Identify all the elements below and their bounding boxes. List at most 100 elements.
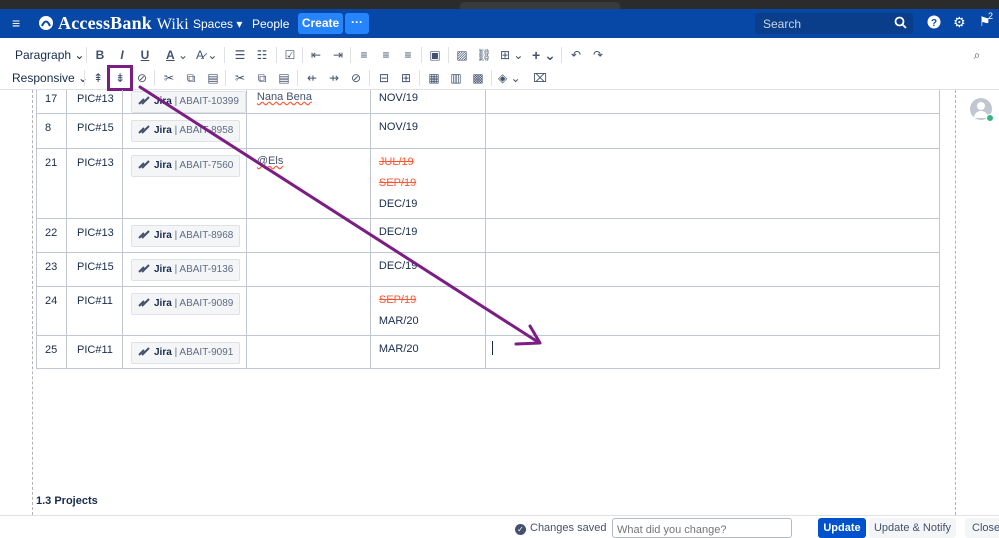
jira-cell[interactable]: Jira | ABAIT-8958 [122,113,247,149]
cell-color-icon[interactable]: ◈ ⌄ [498,70,521,86]
cut-column-icon[interactable]: ✂ [232,70,248,86]
underline-button[interactable]: U [137,47,153,63]
jira-cell[interactable]: Jira | ABAIT-8968 [122,218,247,253]
row-number-cell[interactable]: 24 [36,286,67,336]
paste-row-icon[interactable]: ▤ [205,70,221,86]
delete-table-icon[interactable]: ⌧ [532,70,548,86]
date-cell[interactable]: SEP/19 MAR/20 [369,286,486,336]
jira-issue-link[interactable]: Jira | ABAIT-7560 [131,155,241,177]
nav-people[interactable]: People [252,17,289,31]
bold-button[interactable]: B [92,47,108,63]
jira-issue-link[interactable]: Jira | ABAIT-9136 [131,259,241,281]
undo-icon[interactable]: ↶ [568,47,584,63]
delete-column-icon[interactable]: ⊘ [348,70,364,86]
user-mention[interactable]: Nana Bena [257,91,312,103]
row-number-cell[interactable]: 23 [36,252,67,287]
pic-cell[interactable]: PIC#15 [66,252,123,287]
editor-content[interactable]: 17 PIC#13 Jira | ABAIT-10399 Nana Bena NOV/1… [0,90,999,515]
delete-row-icon[interactable]: ⊘ [134,70,150,86]
pic-cell[interactable]: PIC#13 [66,218,123,253]
notes-cell[interactable] [484,113,940,149]
date-cell[interactable]: DEC/19 [369,218,486,253]
hamburger-menu-icon[interactable]: ≡ [12,15,20,31]
notes-cell[interactable] [484,252,940,287]
header-column-icon[interactable]: ▥ [448,70,464,86]
user-avatar[interactable] [970,98,994,122]
copy-column-icon[interactable]: ⧉ [254,70,270,86]
row-number-cell[interactable]: 25 [36,335,67,369]
assignee-cell[interactable]: Nana Bena [245,90,371,114]
paste-column-icon[interactable]: ▤ [276,70,292,86]
copy-row-icon[interactable]: ⧉ [183,70,199,86]
pic-cell[interactable]: PIC#13 [66,148,123,219]
update-notify-button[interactable]: Update & Notify [869,518,956,538]
date-cell[interactable]: NOV/19 [369,90,486,114]
split-cell-icon[interactable]: ⊞ [398,70,414,86]
jira-issue-link[interactable]: Jira | ABAIT-9089 [131,293,241,315]
pic-cell[interactable]: PIC#13 [66,90,123,114]
change-comment-input[interactable] [612,518,792,538]
image-icon[interactable]: ▨ [454,47,470,63]
jira-issue-link[interactable]: Jira | ABAIT-8958 [131,120,241,142]
row-number-cell[interactable]: 22 [36,218,67,253]
pic-cell[interactable]: PIC#11 [66,335,123,369]
clear-format-icon[interactable]: A̷ ⌄ [196,47,217,63]
site-brand[interactable]: AccessBank Wiki [58,13,189,34]
create-button[interactable]: Create [298,13,343,34]
insert-column-after-icon[interactable]: ⇸ [326,70,342,86]
link-icon[interactable]: ⛓ [476,47,492,63]
align-left-icon[interactable]: ≡ [356,47,372,63]
outdent-icon[interactable]: ⇤ [308,47,324,63]
notes-cell[interactable] [484,286,940,336]
text-color-button[interactable]: A ⌄ [166,47,188,63]
assignee-cell[interactable] [245,218,371,253]
notes-cell[interactable] [484,218,940,253]
insert-more-button[interactable]: + ⌄ [532,47,556,63]
assignee-cell[interactable] [245,335,371,369]
find-replace-icon[interactable]: ⌕ [969,47,985,63]
create-more-button[interactable]: ··· [345,13,369,34]
jira-cell[interactable]: Jira | ABAIT-9136 [122,252,247,287]
user-mention[interactable]: @Els [257,155,283,167]
search-input[interactable]: Search [755,13,913,34]
pic-cell[interactable]: PIC#15 [66,113,123,149]
accessbank-logo-icon[interactable] [38,15,54,31]
assignee-cell[interactable] [245,252,371,287]
settings-gear-icon[interactable]: ⚙ [953,14,966,31]
numbered-column-icon[interactable]: ▩ [470,70,486,86]
section-heading[interactable]: 1.3 Projects [36,495,98,507]
date-cell[interactable]: NOV/19 [369,113,486,149]
update-button[interactable]: Update [818,518,866,538]
jira-cell[interactable]: Jira | ABAIT-7560 [122,148,247,219]
assignee-cell[interactable]: @Els [245,148,371,219]
assignee-cell[interactable] [245,286,371,336]
header-row-icon[interactable]: ▦ [426,70,442,86]
nav-spaces[interactable]: Spaces ▾ [193,17,242,31]
italic-button[interactable]: I [114,47,130,63]
row-number-cell[interactable]: 17 [36,90,67,114]
jira-issue-link[interactable]: Jira | ABAIT-8968 [131,225,241,247]
notifications-icon[interactable]: ⚑ 2 [979,11,993,30]
layout-icon[interactable]: ▣ [427,47,443,63]
jira-cell[interactable]: Jira | ABAIT-10399 [122,90,247,114]
insert-table-icon[interactable]: ⊞ ⌄ [500,47,523,63]
jira-issue-link[interactable]: Jira | ABAIT-10399 [131,91,246,113]
insert-row-above-icon[interactable]: ⇞ [90,70,106,86]
table-width-select[interactable]: Responsive ⌄ [12,70,88,86]
task-list-icon[interactable]: ☑ [282,47,298,63]
pic-cell[interactable]: PIC#11 [66,286,123,336]
assignee-cell[interactable] [245,113,371,149]
help-icon[interactable]: ? [927,15,941,29]
redo-icon[interactable]: ↷ [590,47,606,63]
bullet-list-icon[interactable]: ☰ [232,47,248,63]
notes-cell[interactable] [484,90,940,114]
numbered-list-icon[interactable]: ☷ [254,47,270,63]
merge-cells-icon[interactable]: ⊟ [376,70,392,86]
align-center-icon[interactable]: ≡ [378,47,394,63]
cut-row-icon[interactable]: ✂ [161,70,177,86]
jira-cell[interactable]: Jira | ABAIT-9091 [122,335,247,369]
indent-icon[interactable]: ⇥ [330,47,346,63]
align-right-icon[interactable]: ≡ [400,47,416,63]
browser-tab[interactable] [460,2,620,9]
insert-column-before-icon[interactable]: ⇷ [304,70,320,86]
